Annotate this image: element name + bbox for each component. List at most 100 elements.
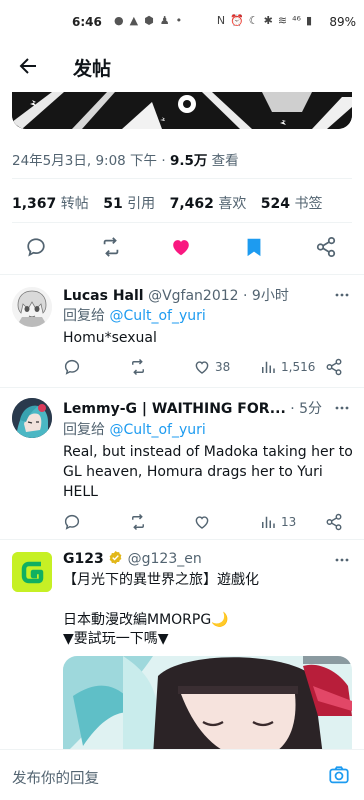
ad-text-line-3: ▼要試玩一下嗎▼ xyxy=(63,631,169,647)
likes-label: 喜欢 xyxy=(218,196,247,212)
reply-header: G123 @g123_en xyxy=(63,550,202,567)
reply-separator: · xyxy=(243,288,248,304)
share-icon xyxy=(326,513,342,531)
quotes-label: 引用 xyxy=(127,196,156,212)
reposts-stat[interactable]: 1,367 转帖 xyxy=(12,196,89,212)
alarm-icon: ⏰ xyxy=(230,14,244,27)
reply-separator: · xyxy=(290,401,295,417)
reply-share-button[interactable] xyxy=(325,513,343,531)
bookmarks-stat[interactable]: 524 书签 xyxy=(261,196,323,212)
avatar[interactable] xyxy=(12,398,52,438)
reply-to-line: 回复给 @Cult_of_yuri xyxy=(63,419,206,439)
signal-icon: ⁴⁶ xyxy=(292,14,301,27)
reply-item[interactable]: Lucas Hall @Vgfan2012 · 9小时 回复给 @Cult_of… xyxy=(0,275,364,387)
share-icon xyxy=(326,358,342,376)
reply-author-name[interactable]: Lemmy-G | WAITHING FOR... xyxy=(63,401,286,417)
reply-to-label: 回复给 xyxy=(63,308,105,324)
reply-item[interactable]: Lemmy-G | WAITHING FOR... · 5分 回复给 @Cult… xyxy=(0,388,364,538)
camera-icon[interactable] xyxy=(328,764,350,786)
divider xyxy=(12,222,352,223)
reply-actions: 13 xyxy=(63,513,353,533)
arrow-left-icon[interactable] xyxy=(16,54,40,78)
repost-icon xyxy=(132,513,144,531)
reply-header: Lemmy-G | WAITHING FOR... · 5分 xyxy=(63,398,322,418)
post-image[interactable] xyxy=(12,92,352,129)
like-icon[interactable] xyxy=(170,236,192,258)
header: 发帖 xyxy=(0,44,364,92)
reply-views-button[interactable]: 13 xyxy=(259,513,296,531)
post-action-bar xyxy=(0,236,364,262)
divider xyxy=(12,178,352,179)
reply-to-label: 回复给 xyxy=(63,422,105,438)
reply-to-mention[interactable]: @Cult_of_yuri xyxy=(109,308,205,324)
g123-logo-icon xyxy=(12,552,52,592)
dnd-icon: ☾ xyxy=(248,14,259,27)
reply-views-button[interactable]: 1,516 xyxy=(259,358,315,376)
reply-icon xyxy=(64,514,80,530)
meta-separator: · xyxy=(161,153,166,169)
post-date: 24年5月3日 xyxy=(12,153,87,169)
status-time: 6:46 xyxy=(72,15,102,29)
battery-icon: ▮ xyxy=(305,14,312,27)
more-icon[interactable] xyxy=(334,552,350,568)
reply-to-mention[interactable]: @Cult_of_yuri xyxy=(109,422,205,438)
ad-author-name[interactable]: G123 xyxy=(63,551,104,567)
notification-icon-1: ● xyxy=(114,14,124,27)
g123-logo[interactable] xyxy=(12,552,52,592)
views-icon xyxy=(262,516,275,528)
reply-author-name[interactable]: Lucas Hall xyxy=(63,288,144,304)
reply-repost-button[interactable] xyxy=(129,358,147,376)
notification-icon-2: ▲ xyxy=(129,14,139,27)
nfc-icon: N xyxy=(216,14,226,27)
more-icon[interactable] xyxy=(334,400,350,416)
more-icon[interactable] xyxy=(334,287,350,303)
notification-icons: ● ▲ ⬢ ♟ • xyxy=(114,14,182,27)
status-bar: 6:46 ● ▲ ⬢ ♟ • N ⏰ ☾ ✱ ≋ ⁴⁶ ▮ 89% xyxy=(0,0,364,44)
reply-text: Homu*sexual xyxy=(63,330,157,346)
reply-view-count: 13 xyxy=(281,515,297,529)
reply-compose-bar[interactable]: 发布你的回复 xyxy=(0,749,364,800)
reply-like-button[interactable]: 38 xyxy=(193,358,230,376)
reply-reply-button[interactable] xyxy=(63,358,81,376)
battery-percent: 89% xyxy=(329,15,356,29)
reply-like-button[interactable] xyxy=(193,513,215,531)
ad-author-handle[interactable]: @g123_en xyxy=(128,551,202,567)
reply-actions: 38 1,516 xyxy=(63,358,353,378)
quotes-stat[interactable]: 51 引用 xyxy=(103,196,155,212)
reply-share-button[interactable] xyxy=(325,358,343,376)
reply-repost-button[interactable] xyxy=(129,513,147,531)
notification-icon-4: ♟ xyxy=(159,14,170,27)
notification-icon-3: ⬢ xyxy=(144,14,154,27)
ad-image[interactable] xyxy=(63,656,352,756)
avatar[interactable] xyxy=(12,287,52,327)
page-title: 发帖 xyxy=(73,58,112,80)
like-icon xyxy=(195,361,209,374)
post-image-art xyxy=(12,92,352,129)
reposts-count: 1,367 xyxy=(12,196,57,212)
reply-input[interactable]: 发布你的回复 xyxy=(12,767,99,788)
post-meta: 24年5月3日, 9:08 下午 · 9.5万 查看 xyxy=(12,153,239,169)
post-stats: 1,367 转帖 51 引用 7,462 喜欢 524 书签 xyxy=(12,193,322,213)
reply-reply-button[interactable] xyxy=(63,513,81,531)
reply-icon[interactable] xyxy=(25,236,47,258)
ad-text-line-1: 【月光下的異世界之旅】遊戲化 xyxy=(63,572,259,588)
post-views-label: 查看 xyxy=(211,153,239,169)
reply-header: Lucas Hall @Vgfan2012 · 9小时 xyxy=(63,285,289,305)
reply-icon xyxy=(64,359,80,375)
bookmarks-label: 书签 xyxy=(294,196,323,212)
likes-stat[interactable]: 7,462 喜欢 xyxy=(170,196,247,212)
share-icon[interactable] xyxy=(315,236,337,258)
bookmark-icon[interactable] xyxy=(243,236,265,258)
repost-icon xyxy=(132,358,144,376)
verified-badge-icon xyxy=(109,550,122,565)
reply-author-handle[interactable]: @Vgfan2012 xyxy=(148,288,238,304)
reposts-label: 转帖 xyxy=(60,196,89,212)
likes-count: 7,462 xyxy=(169,196,214,212)
bluetooth-icon: ✱ xyxy=(263,14,273,27)
reply-like-count: 38 xyxy=(215,360,231,374)
repost-icon[interactable] xyxy=(100,236,122,258)
system-icons: N ⏰ ☾ ✱ ≋ ⁴⁶ ▮ xyxy=(217,14,312,27)
like-icon xyxy=(195,516,209,529)
ad-text-line-2: 日本動漫改編MMORPG🌙 xyxy=(63,612,229,628)
post-views: 9.5万 xyxy=(169,153,208,169)
